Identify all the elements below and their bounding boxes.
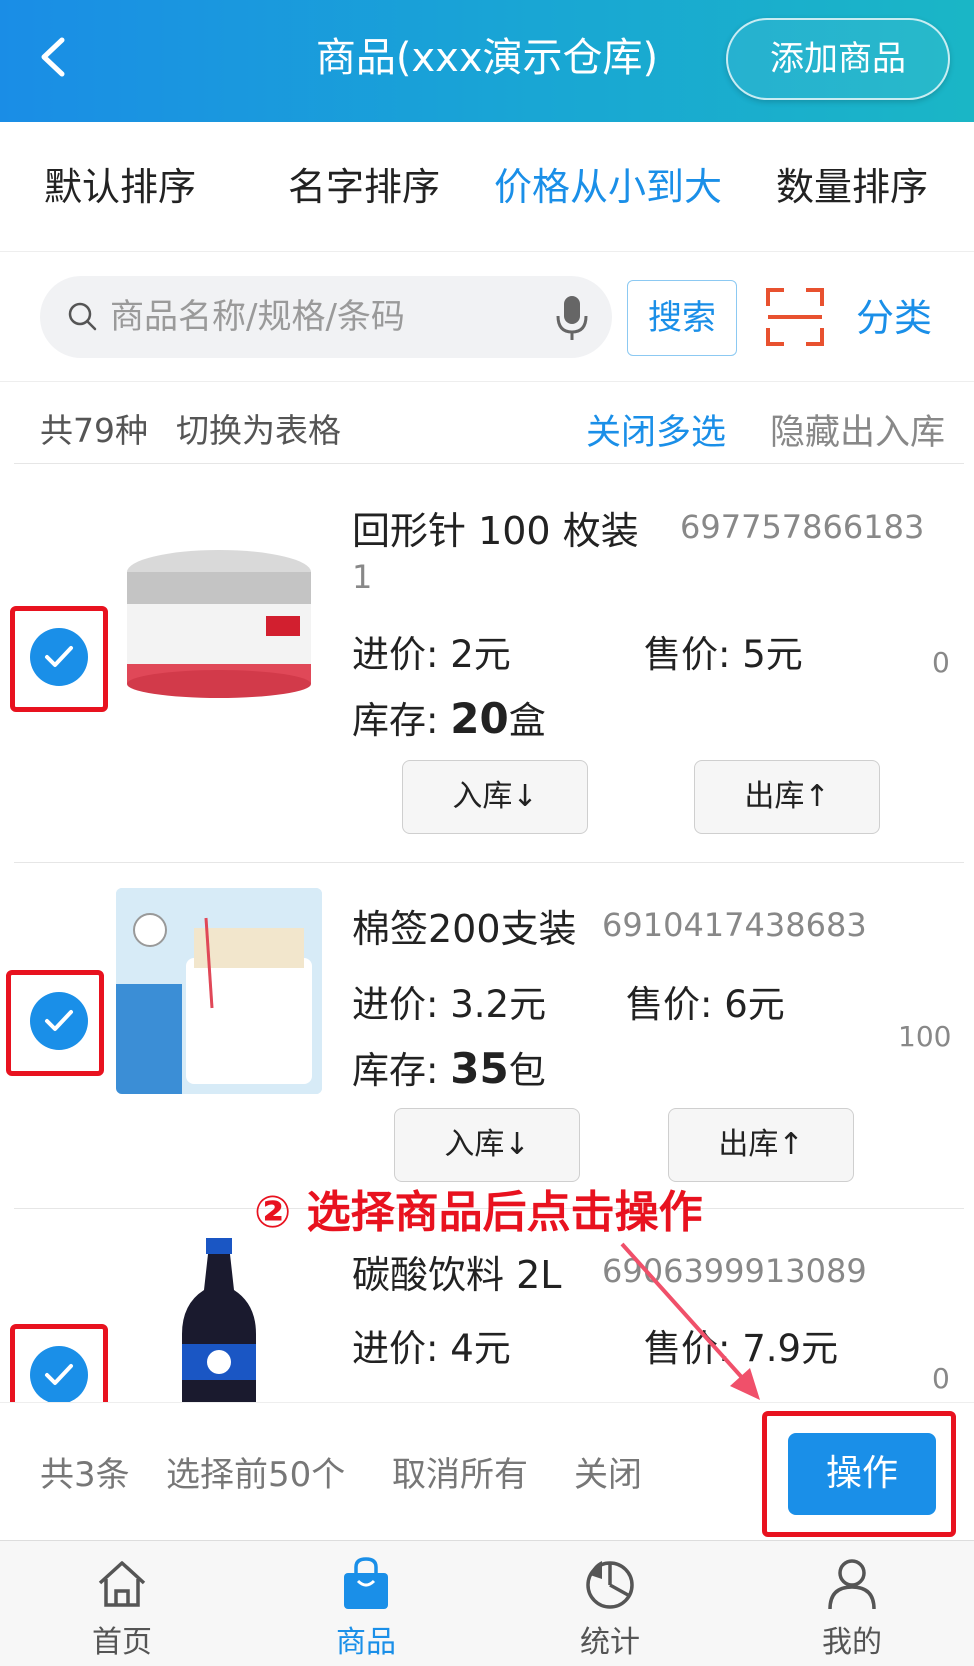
stock-out-button[interactable]: 出库↑	[694, 760, 880, 834]
product-row: 棉签200支装 6910417438683 进价: 3.2元 售价: 6元 10…	[0, 864, 974, 1210]
search-input[interactable]	[110, 288, 530, 346]
purchase-price: 进价: 4元	[352, 1327, 511, 1370]
page-title: 商品(xxx演示仓库)	[315, 35, 659, 81]
selected-count: 共3条	[40, 1455, 130, 1495]
hide-stock-io-link[interactable]: 隐藏出入库	[770, 404, 945, 455]
back-arrow-icon[interactable]	[30, 32, 80, 82]
cancel-all-link[interactable]: 取消所有	[392, 1447, 528, 1496]
sale-price: 售价: 6元	[626, 983, 785, 1026]
checkbox-checked[interactable]	[30, 628, 88, 686]
tab-label: 统计	[580, 1625, 640, 1660]
checkbox-checked[interactable]	[30, 992, 88, 1050]
search-icon	[68, 302, 97, 331]
product-barcode-overflow: 1	[352, 558, 373, 596]
home-icon	[98, 1561, 146, 1607]
category-link[interactable]: 分类	[856, 290, 932, 346]
annotation-text: ② 选择商品后点击操作	[254, 1187, 703, 1238]
side-count: 100	[898, 1020, 952, 1053]
bottom-tab-bar: 首页 商品 统计 我的	[0, 1540, 974, 1666]
purchase-price: 进价: 3.2元	[352, 983, 547, 1026]
purchase-price: 进价: 2元	[352, 633, 511, 676]
sort-quantity[interactable]: 数量排序	[776, 162, 928, 212]
tab-label: 商品	[336, 1625, 396, 1660]
side-count: 0	[932, 1362, 950, 1395]
search-button[interactable]: 搜索	[627, 280, 737, 356]
sale-price: 售价: 5元	[644, 633, 803, 676]
tab-label: 首页	[92, 1625, 152, 1660]
close-multiselect-link[interactable]: 关闭多选	[586, 404, 726, 455]
search-box	[40, 276, 612, 358]
sort-price-asc[interactable]: 价格从小到大	[494, 162, 722, 212]
add-product-button[interactable]: 添加商品	[726, 18, 950, 100]
product-image[interactable]	[116, 1234, 322, 1402]
stock-info: 库存: 35包	[352, 1044, 546, 1093]
search-row: 搜索 分类	[0, 252, 974, 382]
tab-products[interactable]: 商品	[286, 1541, 446, 1666]
stock-in-button[interactable]: 入库↓	[402, 760, 588, 834]
side-count: 0	[932, 646, 950, 679]
sort-default[interactable]: 默认排序	[44, 162, 196, 212]
toggle-table-link[interactable]: 切换为表格	[176, 404, 341, 452]
operate-button[interactable]: 操作	[788, 1433, 936, 1515]
sort-name[interactable]: 名字排序	[288, 162, 440, 212]
product-barcode: 697757866183	[680, 508, 925, 546]
product-name: 回形针 100 枚装	[352, 509, 639, 553]
user-icon	[828, 1559, 876, 1610]
header-bar: 商品(xxx演示仓库) 添加商品	[0, 0, 974, 122]
select-first-50-link[interactable]: 选择前50个	[166, 1447, 345, 1496]
stock-out-button[interactable]: 出库↑	[668, 1108, 854, 1182]
checkmark-icon	[45, 1364, 73, 1385]
product-barcode: 6910417438683	[602, 906, 867, 944]
tab-statistics[interactable]: 统计	[530, 1541, 690, 1666]
tab-label: 我的	[822, 1625, 882, 1660]
info-row: 共79种 切换为表格 关闭多选 隐藏出入库	[0, 382, 974, 464]
product-name: 棉签200支装	[352, 907, 577, 951]
product-row: 回形针 100 枚装 697757866183 1 进价: 2元 售价: 5元 …	[0, 464, 974, 864]
tab-profile[interactable]: 我的	[772, 1541, 932, 1666]
annotation-arrow-icon	[620, 1242, 760, 1400]
stock-info: 库存: 20盒	[352, 694, 546, 743]
shopping-bag-icon	[344, 1557, 388, 1609]
scan-icon[interactable]	[766, 288, 824, 346]
product-image[interactable]	[116, 888, 322, 1094]
sort-bar: 默认排序 名字排序 价格从小到大 数量排序	[0, 122, 974, 252]
stock-in-button[interactable]: 入库↓	[394, 1108, 580, 1182]
checkmark-icon	[45, 1010, 73, 1031]
product-image[interactable]	[116, 516, 322, 722]
microphone-icon[interactable]	[552, 294, 592, 342]
tab-home[interactable]: 首页	[42, 1541, 202, 1666]
divider	[14, 862, 964, 863]
bottom-action-bar: 共3条 选择前50个 取消所有 关闭 操作	[0, 1402, 974, 1538]
checkmark-icon	[45, 646, 73, 667]
close-link[interactable]: 关闭	[574, 1447, 642, 1496]
checkbox-checked[interactable]	[30, 1346, 88, 1402]
pie-chart-icon	[586, 1561, 634, 1609]
total-count: 共79种	[40, 411, 148, 450]
product-name: 碳酸饮料 2L	[352, 1253, 562, 1297]
